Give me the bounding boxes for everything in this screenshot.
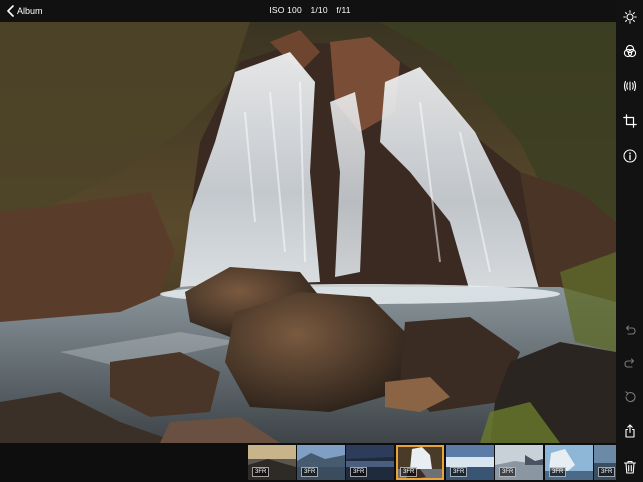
raw-format-tag: 3FR [549, 467, 567, 477]
main-photo[interactable] [0, 22, 616, 443]
thumbnail[interactable]: 3FR [297, 445, 345, 480]
color-filter-icon [623, 44, 636, 57]
raw-format-tag: 3FR [252, 467, 270, 477]
shutter-value: 1/10 [310, 5, 328, 15]
redo-button[interactable] [621, 355, 638, 372]
delete-button[interactable] [621, 458, 638, 475]
audio-wave-button[interactable] [621, 77, 638, 94]
exif-info: ISO 100 1/10 f/11 [0, 5, 620, 15]
revert-icon [624, 390, 636, 402]
filmstrip: 3FR 3FR 3FR 3FR 3FR 3FR 3FR 3FR [0, 443, 616, 482]
undo-icon [625, 324, 636, 335]
right-toolbar [616, 0, 643, 482]
thumbnail[interactable]: 3FR [346, 445, 394, 480]
waterfall-photo [0, 22, 616, 443]
raw-format-tag: 3FR [499, 467, 517, 477]
top-bar: Album ISO 100 1/10 f/11 [0, 0, 643, 22]
delete-icon [623, 460, 636, 474]
raw-format-tag: 3FR [598, 467, 616, 477]
thumbnail[interactable]: 3FR [446, 445, 494, 480]
raw-format-tag: 3FR [301, 467, 319, 477]
raw-format-tag: 3FR [350, 467, 368, 477]
iso-value: ISO 100 [269, 5, 302, 15]
raw-format-tag: 3FR [400, 467, 418, 477]
raw-format-tag: 3FR [450, 467, 468, 477]
share-icon [624, 423, 635, 438]
thumbnail[interactable]: 3FR [545, 445, 593, 480]
color-filter-button[interactable] [621, 42, 638, 59]
revert-button[interactable] [621, 388, 638, 405]
info-icon [622, 148, 637, 163]
thumbnail[interactable]: 3FR [248, 445, 296, 480]
thumbnail[interactable]: 3FR [594, 445, 616, 480]
crop-icon [622, 113, 637, 128]
brightness-icon [622, 9, 637, 24]
share-button[interactable] [621, 422, 638, 439]
audio-wave-icon [623, 80, 636, 91]
thumbnail-selected[interactable]: 3FR [396, 445, 444, 480]
aperture-value: f/11 [336, 5, 351, 15]
thumbnail[interactable]: 3FR [495, 445, 543, 480]
brightness-button[interactable] [621, 8, 638, 25]
undo-button[interactable] [621, 322, 638, 339]
redo-icon [623, 357, 634, 368]
info-button[interactable] [621, 147, 638, 164]
crop-button[interactable] [621, 112, 638, 129]
